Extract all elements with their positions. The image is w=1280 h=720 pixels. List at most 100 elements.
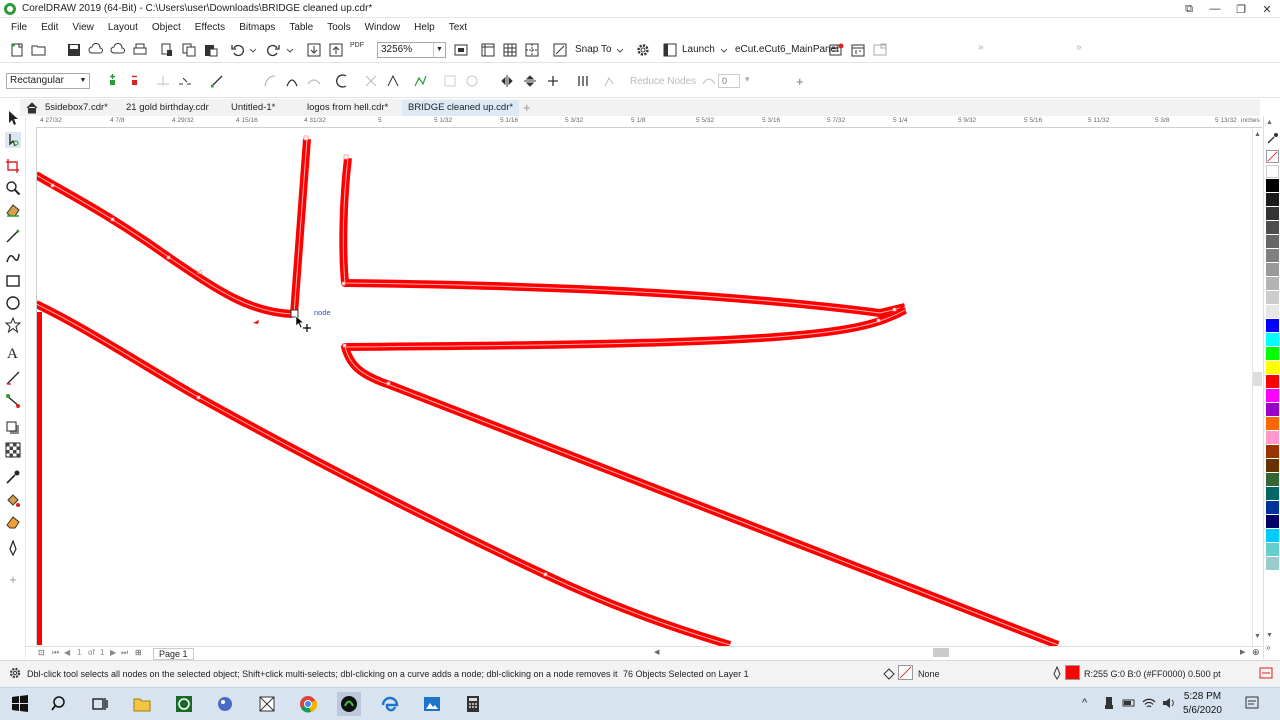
vertical-ruler[interactable] (26, 128, 37, 646)
wifi-icon[interactable] (1142, 696, 1156, 710)
corel-photo-paint-icon[interactable] (213, 692, 237, 716)
options-gear-icon[interactable] (635, 42, 651, 58)
close-button[interactable]: ✕ (1254, 0, 1280, 18)
calendar-icon[interactable] (850, 42, 866, 58)
export-icon[interactable] (328, 42, 344, 58)
show-grid-icon[interactable] (502, 42, 518, 58)
customize-toolbox-icon[interactable]: + (5, 572, 21, 588)
star-tool-icon[interactable] (4, 316, 22, 334)
eyedropper-tool-icon[interactable] (5, 469, 21, 485)
smooth-node-icon[interactable] (307, 74, 321, 88)
show-rulers-icon[interactable] (480, 42, 496, 58)
menu-file[interactable]: File (4, 22, 34, 33)
drop-shadow-tool-icon[interactable] (5, 420, 21, 436)
horizontal-scroll-thumb[interactable] (933, 648, 949, 657)
reduce-nodes-label[interactable]: Reduce Nodes (630, 76, 696, 87)
palette-scroll-down-icon[interactable]: ▼ (1266, 632, 1273, 639)
eraser-tool-icon[interactable] (5, 202, 21, 218)
palette-swatch[interactable] (1266, 431, 1279, 444)
launch-icon[interactable] (662, 42, 678, 58)
palette-swatch[interactable] (1266, 305, 1279, 318)
corel-capture-icon[interactable] (255, 692, 279, 716)
redo-icon[interactable] (265, 42, 281, 58)
palette-swatch[interactable] (1266, 361, 1279, 374)
cusp-node-icon[interactable] (285, 74, 299, 88)
ecut-tool-icon[interactable] (828, 42, 844, 58)
no-color-swatch[interactable] (1266, 150, 1279, 163)
calculator-icon[interactable] (461, 692, 485, 716)
publish-pdf-icon[interactable]: PDF (350, 42, 366, 58)
eyedropper-icon[interactable] (1266, 132, 1279, 145)
palette-swatch[interactable] (1266, 235, 1279, 248)
save-icon[interactable] (66, 42, 82, 58)
palette-swatch[interactable] (1266, 347, 1279, 360)
palette-swatch[interactable] (1266, 487, 1279, 500)
extract-subpath-icon[interactable] (386, 74, 400, 88)
reflect-horizontal-icon[interactable] (500, 74, 514, 88)
scroll-right-icon[interactable]: ▶ (1240, 648, 1245, 656)
palette-swatch[interactable] (1266, 263, 1279, 276)
windows-start-icon[interactable] (8, 692, 32, 716)
photos-icon[interactable] (420, 692, 444, 716)
menu-view[interactable]: View (65, 22, 101, 33)
rectangle-tool-icon[interactable] (5, 273, 21, 289)
palette-scroll-up-icon[interactable]: ▲ (1266, 119, 1273, 126)
delete-node-icon[interactable] (128, 74, 142, 88)
palette-swatch[interactable] (1266, 417, 1279, 430)
undo-dropdown-icon[interactable] (245, 42, 257, 58)
palette-swatch[interactable] (1266, 179, 1279, 192)
palette-swatch[interactable] (1266, 529, 1279, 542)
toolbar-overflow-right-icon[interactable]: » (1076, 42, 1092, 58)
selection-mode-select[interactable]: Rectangular ▼ (6, 73, 90, 89)
next-page-icon[interactable]: ▶ (110, 648, 116, 657)
minimize-button[interactable]: — (1202, 0, 1228, 18)
tab-21-gold-birthday[interactable]: 21 gold birthday.cdr (120, 100, 215, 116)
drawing-canvas[interactable]: node (37, 129, 1252, 646)
break-curve-icon[interactable] (178, 74, 192, 88)
first-page-icon[interactable]: ⊡ (38, 648, 45, 657)
snap-to-label[interactable]: Snap To (575, 44, 612, 55)
palette-swatch[interactable] (1266, 207, 1279, 220)
maximize-button[interactable]: ❐ (1228, 0, 1254, 18)
scroll-left-icon[interactable]: ◀ (654, 648, 659, 656)
go-to-last-page-icon[interactable]: ⏭ (121, 648, 128, 658)
menu-edit[interactable]: Edit (34, 22, 65, 33)
volume-icon[interactable] (1161, 696, 1175, 710)
color-proof-icon[interactable] (1259, 666, 1273, 680)
battery-icon[interactable] (1122, 696, 1136, 710)
palette-swatch[interactable] (1266, 165, 1279, 178)
task-view-icon[interactable] (88, 692, 112, 716)
reverse-direction-icon[interactable] (336, 74, 350, 88)
freehand-tool-icon[interactable] (5, 228, 21, 244)
launch-label[interactable]: Launch (682, 44, 715, 55)
tab-untitled-1[interactable]: Untitled-1* (225, 100, 281, 116)
copy-icon[interactable] (181, 42, 197, 58)
page-tab[interactable]: Page 1 (153, 648, 194, 660)
window-layout-icon[interactable] (872, 42, 888, 58)
connector-tool-icon[interactable] (5, 393, 21, 409)
parallel-dimension-tool-icon[interactable] (5, 370, 21, 386)
crop-tool-icon[interactable] (5, 158, 21, 174)
add-node-icon[interactable] (106, 74, 120, 88)
paste-icon[interactable] (203, 42, 219, 58)
scroll-down-icon[interactable]: ▼ (1254, 633, 1261, 640)
import-icon[interactable] (306, 42, 322, 58)
taskbar-clock[interactable]: 5:28 PM 5/6/2020 (1183, 690, 1222, 718)
undo-icon[interactable] (230, 42, 246, 58)
extend-curve-icon[interactable] (364, 74, 378, 88)
drawing-svg[interactable] (37, 129, 1252, 646)
menu-help[interactable]: Help (407, 22, 442, 33)
launch-dropdown-icon[interactable] (716, 42, 728, 58)
horizontal-scrollbar[interactable] (26, 646, 1262, 659)
snap-to-dropdown-icon[interactable] (612, 42, 624, 58)
join-nodes-icon[interactable] (156, 74, 170, 88)
palette-swatch[interactable] (1266, 319, 1279, 332)
elastic-mode-icon[interactable] (546, 74, 560, 88)
home-icon[interactable] (26, 102, 38, 114)
add-page-icon[interactable]: ⊞ (135, 648, 142, 657)
menu-tools[interactable]: Tools (320, 22, 357, 33)
outline-pen-tool-icon[interactable] (5, 539, 21, 557)
palette-swatch[interactable] (1266, 473, 1279, 486)
outline-color-swatch[interactable] (1065, 665, 1080, 680)
menu-effects[interactable]: Effects (188, 22, 232, 33)
